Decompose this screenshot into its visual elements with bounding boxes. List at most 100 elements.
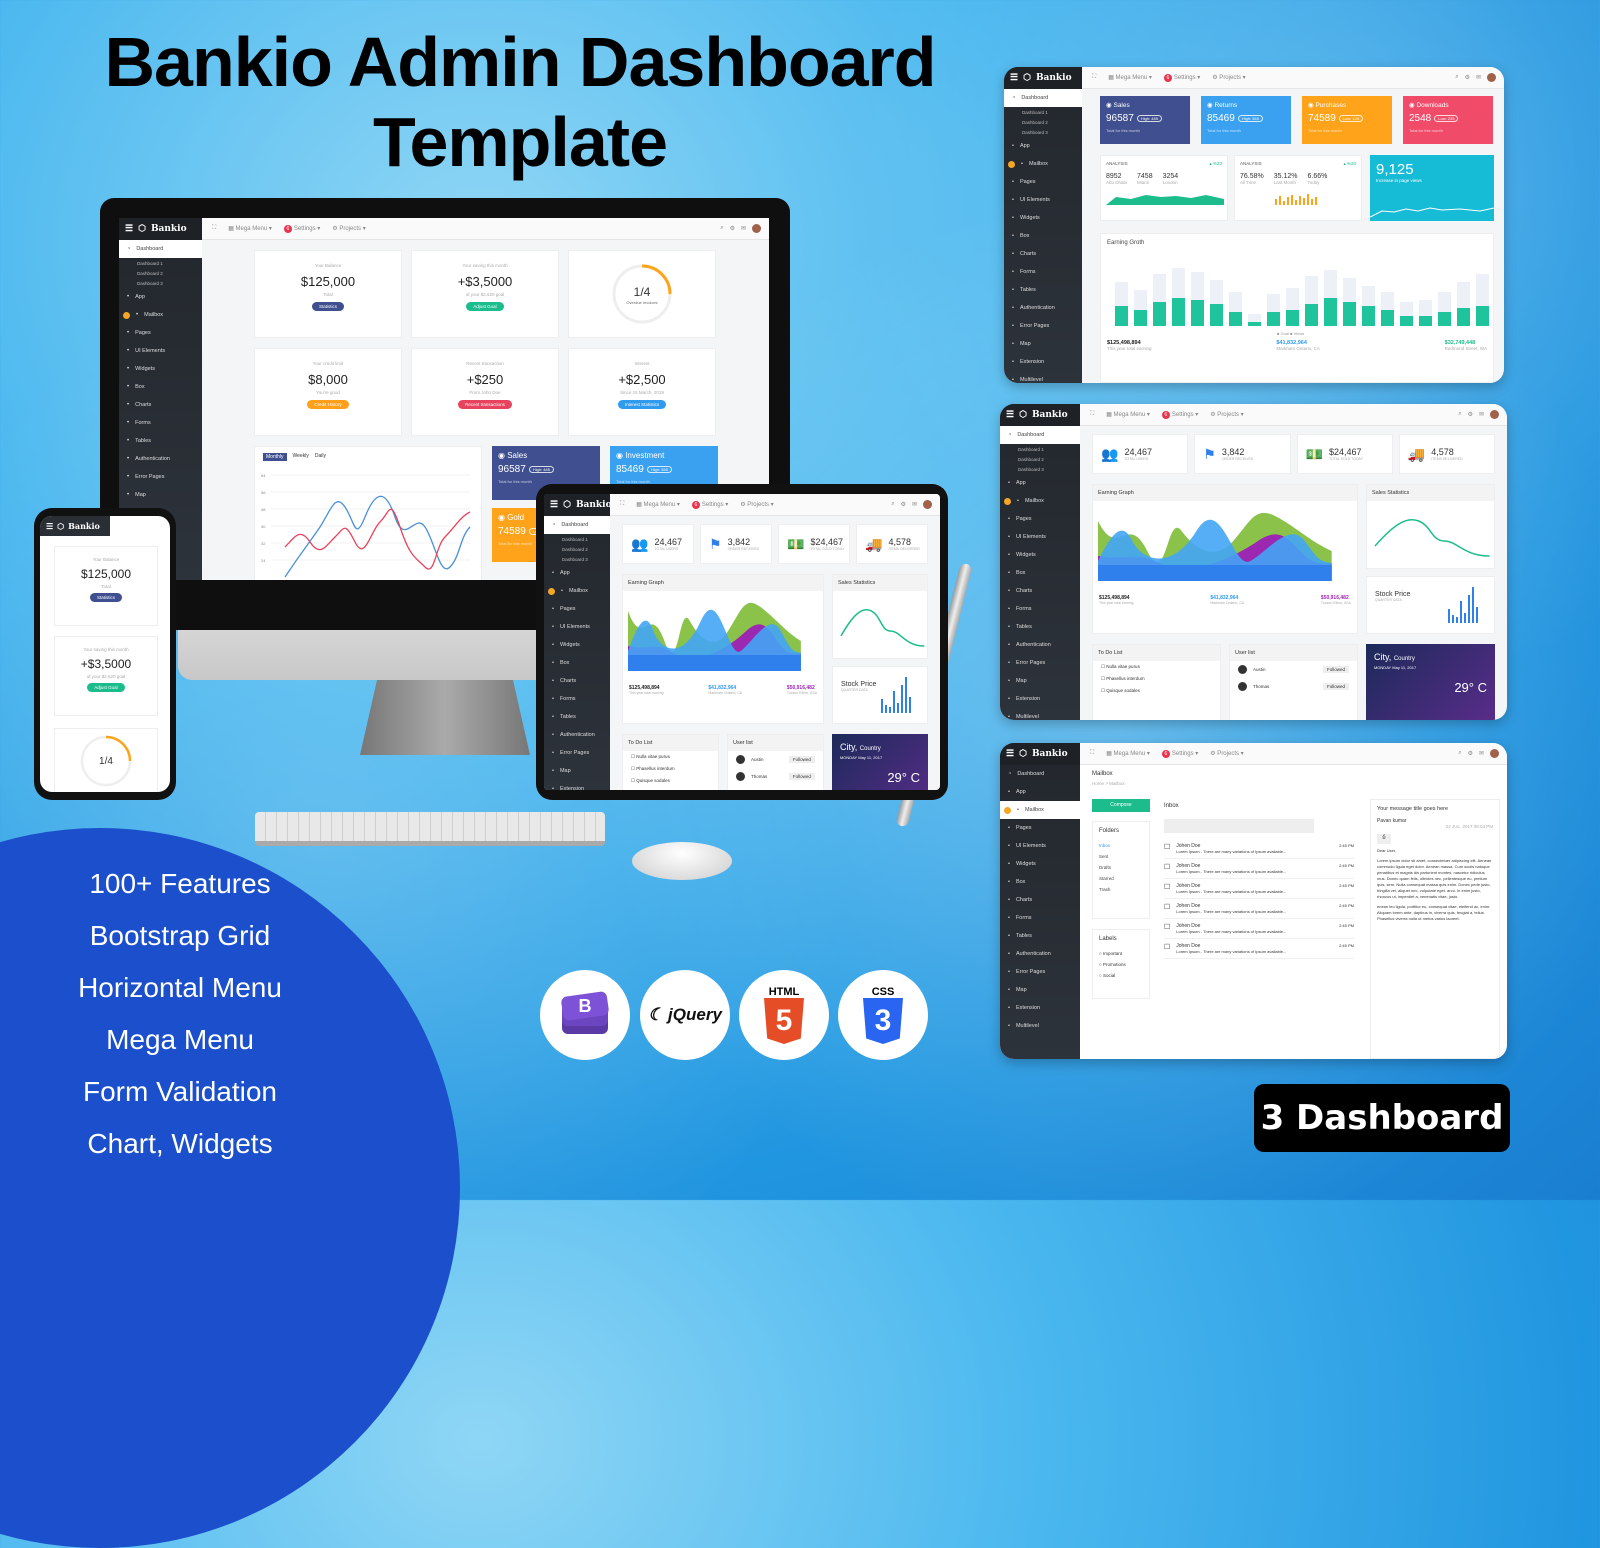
sidebar-item-map[interactable]: • Map bbox=[1000, 672, 1080, 690]
sidebar-item-forms[interactable]: • Forms bbox=[544, 690, 610, 708]
gear-icon[interactable]: ⚙ bbox=[901, 501, 906, 508]
sidebar-item-ui-elements[interactable]: • UI Elements bbox=[119, 342, 202, 360]
sidebar-item-charts[interactable]: • Charts bbox=[544, 672, 610, 690]
search-icon[interactable]: ⌕ bbox=[720, 225, 723, 232]
sidebar-item-authentication[interactable]: • Authentication bbox=[1004, 299, 1082, 317]
sidebar-item-mailbox[interactable]: • Mailbox bbox=[1000, 801, 1080, 819]
sidebar-sub-dashboard-1[interactable]: Dashboard 1 bbox=[119, 258, 202, 268]
folder-drafts[interactable]: Drafts bbox=[1099, 862, 1143, 873]
search-icon[interactable]: ⌕ bbox=[1455, 74, 1458, 81]
sidebar-item-box[interactable]: • Box bbox=[1000, 873, 1080, 891]
sidebar-item-dashboard[interactable]: ◔ Dashboard bbox=[119, 240, 202, 258]
sidebar-item-pages[interactable]: • Pages bbox=[1004, 173, 1082, 191]
sidebar-item-pages[interactable]: • Pages bbox=[1000, 510, 1080, 528]
sidebar-item-multilevel[interactable]: • Multilevel bbox=[1000, 1017, 1080, 1035]
sidebar-item-authentication[interactable]: • Authentication bbox=[544, 726, 610, 744]
sidebar-item-forms[interactable]: • Forms bbox=[1000, 600, 1080, 618]
sidebar-item-forms[interactable]: • Forms bbox=[119, 414, 202, 432]
card-button[interactable]: Adjust Goal bbox=[466, 302, 504, 311]
mail-row[interactable]: ☐ Johen Doe Lorem Ipsum - There are many v… bbox=[1164, 939, 1354, 959]
folder-starred[interactable]: Starred bbox=[1099, 873, 1143, 884]
sidebar-item-map[interactable]: • Map bbox=[544, 762, 610, 780]
followed-button[interactable]: Followed bbox=[1322, 666, 1349, 673]
checkbox[interactable]: ☐ bbox=[1164, 923, 1170, 934]
sidebar-item-app[interactable]: • App bbox=[1000, 783, 1080, 801]
sidebar-item-authentication[interactable]: • Authentication bbox=[1000, 636, 1080, 654]
card-button[interactable]: Statistics bbox=[89, 593, 122, 602]
sidebar-sub-item[interactable]: Dashboard 2 bbox=[1004, 117, 1082, 127]
menu-icon[interactable]: ☰ bbox=[550, 500, 558, 510]
mega-menu[interactable]: ▦ Mega Menu ▾ bbox=[228, 225, 272, 232]
sidebar-item-error-pages[interactable]: • Error Pages bbox=[544, 744, 610, 762]
sidebar-item-app[interactable]: • App bbox=[119, 288, 202, 306]
sidebar-sub-item[interactable]: Dashboard 1 bbox=[544, 534, 610, 544]
sidebar-item-map[interactable]: • Map bbox=[1000, 981, 1080, 999]
search-icon[interactable]: ⌕ bbox=[891, 501, 894, 508]
sidebar-sub-item[interactable]: Dashboard 1 bbox=[1004, 107, 1082, 117]
projects-menu[interactable]: ⚙ Projects ▾ bbox=[1210, 411, 1243, 418]
sidebar-item-forms[interactable]: • Forms bbox=[1000, 909, 1080, 927]
checkbox[interactable]: ☐ bbox=[1164, 883, 1170, 894]
sidebar-item-box[interactable]: • Box bbox=[1004, 227, 1082, 245]
sidebar-item-error-pages[interactable]: • Error Pages bbox=[1000, 654, 1080, 672]
mega-menu[interactable]: ▦ Mega Menu ▾ bbox=[1106, 411, 1150, 418]
sidebar-sub-item[interactable]: Dashboard 3 bbox=[544, 554, 610, 564]
label-promotions[interactable]: ○ Promotions bbox=[1099, 959, 1143, 970]
settings-menu[interactable]: 6 Settings ▾ bbox=[1163, 73, 1200, 82]
folder-trash[interactable]: Trash bbox=[1099, 884, 1143, 895]
settings-menu[interactable]: 6 Settings ▾ bbox=[1161, 749, 1198, 758]
sidebar-item-dashboard[interactable]: ◔ Dashboard bbox=[544, 516, 610, 534]
mega-menu[interactable]: ▦ Mega Menu ▾ bbox=[636, 501, 680, 508]
sidebar-item-widgets[interactable]: • Widgets bbox=[1000, 855, 1080, 873]
mail-icon[interactable]: ✉ bbox=[1479, 750, 1484, 757]
sidebar-item-widgets[interactable]: • Widgets bbox=[1004, 209, 1082, 227]
mail-row[interactable]: ☐ Johen Doe Lorem Ipsum - There are many v… bbox=[1164, 859, 1354, 879]
sidebar-item-tables[interactable]: • Tables bbox=[544, 708, 610, 726]
print-button[interactable]: ⎙ bbox=[1377, 834, 1391, 844]
sidebar-item-mailbox[interactable]: • Mailbox bbox=[119, 306, 202, 324]
sidebar-item-error-pages[interactable]: • Error Pages bbox=[119, 468, 202, 486]
todo-item[interactable]: ☐ Quisque sodales bbox=[623, 775, 718, 787]
todo-item[interactable]: ☐ Quisque sodales bbox=[1093, 685, 1220, 697]
sidebar-item-ui-elements[interactable]: • UI Elements bbox=[1000, 837, 1080, 855]
sidebar-item-extension[interactable]: • Extension bbox=[1000, 999, 1080, 1017]
projects-menu[interactable]: ⚙ Projects ▾ bbox=[1210, 750, 1243, 757]
sidebar-item-authentication[interactable]: • Authentication bbox=[1000, 945, 1080, 963]
sidebar-item-box[interactable]: • Box bbox=[119, 378, 202, 396]
sidebar-item-dashboard[interactable]: ◔ Dashboard bbox=[1000, 765, 1080, 783]
sidebar-item-widgets[interactable]: • Widgets bbox=[119, 360, 202, 378]
sidebar-item-app[interactable]: • App bbox=[1000, 474, 1080, 492]
mail-icon[interactable]: ✉ bbox=[1479, 411, 1484, 418]
gear-icon[interactable]: ⚙ bbox=[1468, 411, 1473, 418]
sidebar-item-dashboard[interactable]: ◔ Dashboard bbox=[1000, 426, 1080, 444]
gear-icon[interactable]: ⚙ bbox=[1465, 74, 1470, 81]
menu-icon[interactable]: ☰ bbox=[46, 521, 53, 531]
projects-menu[interactable]: ⚙ Projects ▾ bbox=[740, 501, 773, 508]
sidebar-sub-item[interactable]: Dashboard 3 bbox=[1004, 127, 1082, 137]
sidebar-sub-item[interactable]: Dashboard 2 bbox=[1000, 454, 1080, 464]
sidebar-item-error-pages[interactable]: • Error Pages bbox=[1000, 963, 1080, 981]
folder-sent[interactable]: Sent bbox=[1099, 851, 1143, 862]
sidebar-item-app[interactable]: • App bbox=[544, 564, 610, 582]
card-button[interactable]: Recent transactions bbox=[458, 400, 512, 409]
fullscreen-icon[interactable]: ⛶ bbox=[1090, 750, 1094, 757]
chart-tab-monthly[interactable]: Monthly bbox=[263, 453, 287, 461]
sidebar-item-app[interactable]: • App bbox=[1004, 137, 1082, 155]
mail-row[interactable]: ☐ Johen Doe Lorem Ipsum - There are many v… bbox=[1164, 879, 1354, 899]
menu-icon[interactable]: ☰ bbox=[125, 224, 133, 234]
sidebar-item-map[interactable]: • Map bbox=[119, 486, 202, 504]
menu-icon[interactable]: ☰ bbox=[1006, 410, 1014, 420]
gear-icon[interactable]: ⚙ bbox=[1468, 750, 1473, 757]
avatar[interactable] bbox=[923, 500, 932, 509]
checkbox[interactable]: ☐ bbox=[1164, 863, 1170, 874]
card-button[interactable]: Adjust Goal bbox=[87, 683, 125, 692]
sidebar-item-multilevel[interactable]: • Multilevel bbox=[1000, 708, 1080, 720]
sidebar-item-forms[interactable]: • Forms bbox=[1004, 263, 1082, 281]
sidebar-sub-item[interactable]: Dashboard 1 bbox=[1000, 444, 1080, 454]
sidebar-item-error-pages[interactable]: • Error Pages bbox=[1004, 317, 1082, 335]
sidebar-item-pages[interactable]: • Pages bbox=[119, 324, 202, 342]
checkbox[interactable]: ☐ bbox=[1164, 943, 1170, 954]
todo-item[interactable]: ☐ Nulla vitae purus bbox=[623, 751, 718, 763]
card-button[interactable]: Interest Statistics bbox=[617, 400, 667, 409]
sidebar-item-mailbox[interactable]: • Mailbox bbox=[544, 582, 610, 600]
